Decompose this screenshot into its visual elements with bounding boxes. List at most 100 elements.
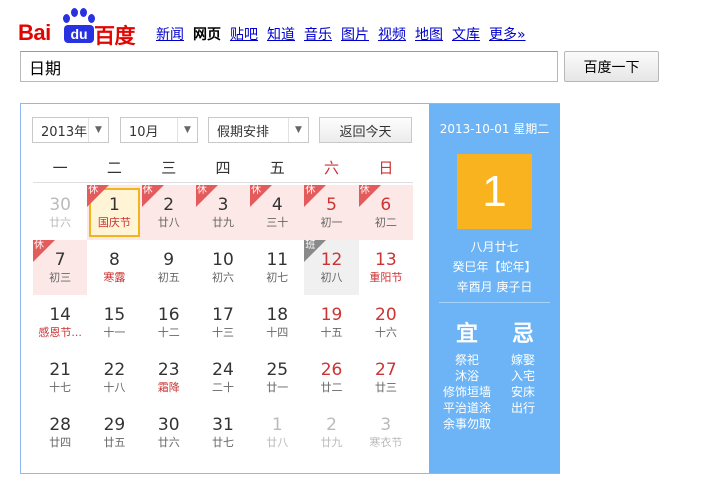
day-detail-panel: 2013-10-01 星期二 1 八月廿七 癸巳年【蛇年】 辛酉月 庚子日 宜 …	[429, 104, 560, 473]
day-number: 1	[271, 415, 283, 435]
calendar-day-cell[interactable]: 休 4 三十	[250, 185, 305, 240]
calendar-day-cell[interactable]: 25 廿一	[250, 350, 304, 405]
calendar-day-cell[interactable]: 24 二十	[196, 350, 250, 405]
day-number: 20	[375, 305, 397, 325]
nav-link[interactable]: 图片	[341, 24, 369, 44]
ji-label: 忌	[511, 322, 534, 347]
holiday-select-value: 假期安排	[217, 124, 270, 140]
calendar-day-cell[interactable]: 13 重阳节	[359, 240, 413, 295]
lunar-date: 廿五	[103, 436, 126, 449]
calendar-day-cell[interactable]: 30 廿六	[142, 405, 196, 460]
lunar-date: 十七	[49, 381, 72, 394]
lunar-date: 十五	[320, 326, 343, 339]
search-input[interactable]	[20, 51, 558, 82]
lunar-date: 十二	[157, 326, 180, 339]
lunar-date: 十八	[103, 381, 126, 394]
holiday-select[interactable]: 假期安排 ▼	[208, 117, 309, 143]
calendar-day-cell[interactable]: 9 初五	[142, 240, 196, 295]
day-number: 25	[266, 360, 289, 380]
lunar-date: 廿二	[320, 381, 343, 394]
top-nav: 新闻 网页 贴吧 知道 音乐 图片 视频 地图 文库 更多»	[156, 24, 526, 44]
calendar-day-cell[interactable]: 23 霜降	[142, 350, 196, 405]
lunar-date: 霜降	[157, 381, 180, 394]
search-button[interactable]: 百度一下	[564, 51, 659, 82]
weekday-label: 六	[324, 159, 340, 177]
nav-link[interactable]: 更多»	[489, 24, 526, 44]
calendar-day-cell[interactable]: 2 廿九	[304, 405, 358, 460]
year-select[interactable]: 2013年 ▼	[32, 117, 109, 143]
calendar-day-cell[interactable]: 11 初七	[250, 240, 304, 295]
logo-du: du	[64, 25, 94, 43]
calendar-day-cell[interactable]: 29 廿五	[87, 405, 141, 460]
day-number: 14	[49, 305, 71, 325]
yi-item: 修饰垣墙	[442, 385, 491, 399]
day-number: 9	[163, 250, 175, 270]
nav-link[interactable]: 视频	[378, 24, 406, 44]
calendar-week-row: 14 感恩节... 15 十一 16 十二 17 十三 18 十四 19 十五 20 十六	[33, 295, 413, 350]
lunar-date: 感恩节...	[38, 326, 82, 339]
day-number: 3	[217, 195, 229, 215]
day-number: 30	[49, 195, 71, 215]
nav-link[interactable]: 文库	[452, 24, 480, 44]
calendar-day-cell[interactable]: 休 7 初三	[33, 240, 88, 295]
ji-item: 嫁娶	[510, 353, 535, 367]
calendar-day-cell[interactable]: 26 廿二	[304, 350, 358, 405]
calendar-day-cell[interactable]: 17 十三	[196, 295, 250, 350]
nav-link[interactable]: 地图	[415, 24, 443, 44]
calendar-day-cell[interactable]: 16 十二	[142, 295, 196, 350]
calendar-day-cell[interactable]: 20 十六	[359, 295, 413, 350]
nav-link[interactable]: 贴吧	[230, 24, 258, 44]
day-number: 2	[163, 195, 175, 215]
lunar-date: 廿三	[374, 381, 397, 394]
lunar-date: 廿九	[211, 216, 234, 229]
day-number: 6	[380, 195, 392, 215]
month-select-value: 10月	[129, 124, 159, 140]
calendar-day-cell[interactable]: 3 寒衣节	[359, 405, 413, 460]
lunar-date: 初一	[320, 216, 343, 229]
ji-list: 嫁娶 入宅 安床 出行	[493, 352, 553, 416]
calendar-day-cell[interactable]: 10 初六	[196, 240, 250, 295]
calendar-day-cell[interactable]: 休 2 廿八	[141, 185, 196, 240]
calendar-day-cell[interactable]: 15 十一	[87, 295, 141, 350]
lunar-date: 廿四	[49, 436, 72, 449]
lunar-date: 十一	[103, 326, 126, 339]
calendar-day-cell[interactable]: 1 廿八	[250, 405, 304, 460]
calendar-day-cell[interactable]: 14 感恩节...	[33, 295, 87, 350]
nav-link[interactable]: 网页	[193, 24, 221, 44]
day-number: 19	[320, 305, 343, 325]
calendar-day-cell[interactable]: 休 1 国庆节	[87, 185, 142, 240]
calendar-day-cell[interactable]: 30 廿六	[33, 185, 87, 240]
calendar-day-cell[interactable]: 27 廿三	[359, 350, 413, 405]
day-number: 12	[320, 250, 343, 270]
lunar-date: 廿六	[157, 436, 180, 449]
weekday-label: 二	[106, 159, 122, 177]
calendar-day-cell[interactable]: 班 12 初八	[304, 240, 359, 295]
month-select[interactable]: 10月 ▼	[120, 117, 198, 143]
weekday-label: 一	[52, 159, 68, 177]
lunar-date: 初八	[320, 271, 343, 284]
lunar-date: 廿九	[320, 436, 343, 449]
baidu-logo[interactable]: Bai du 百度	[18, 6, 142, 48]
today-button[interactable]: 返回今天	[319, 117, 412, 143]
calendar-day-cell[interactable]: 休 3 廿九	[195, 185, 251, 240]
nav-link[interactable]: 知道	[267, 24, 295, 44]
calendar-day-cell[interactable]: 19 十五	[304, 295, 358, 350]
calendar-day-cell[interactable]: 8 寒露	[87, 240, 141, 295]
calendar-week-row: 休 7 初三 8 寒露 9 初五 10 初六 11 初七班 12 初八 13 重阳节	[33, 240, 413, 295]
weekday-label: 三	[161, 159, 177, 177]
calendar-day-cell[interactable]: 休 6 初二	[358, 185, 413, 240]
lunar-date: 十三	[211, 326, 234, 339]
day-number: 21	[49, 360, 71, 380]
lunar-date: 十四	[266, 326, 289, 339]
logo-cn: 百度	[94, 25, 136, 48]
nav-link[interactable]: 音乐	[304, 24, 332, 44]
nav-link[interactable]: 新闻	[156, 24, 184, 44]
yi-item: 沐浴	[454, 369, 479, 383]
calendar-day-cell[interactable]: 28 廿四	[33, 405, 87, 460]
calendar-day-cell[interactable]: 22 十八	[87, 350, 141, 405]
lunar-date: 廿八	[266, 436, 289, 449]
calendar-day-cell[interactable]: 21 十七	[33, 350, 87, 405]
calendar-day-cell[interactable]: 18 十四	[250, 295, 304, 350]
calendar-day-cell[interactable]: 31 廿七	[196, 405, 250, 460]
calendar-day-cell[interactable]: 休 5 初一	[304, 185, 359, 240]
